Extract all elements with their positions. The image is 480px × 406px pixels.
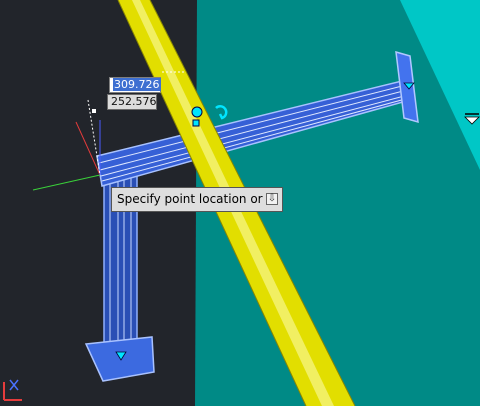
snap-marker-icon[interactable]: [191, 106, 203, 118]
drawing-viewport[interactable]: 309.726 252.576 Specify point location o…: [0, 0, 480, 406]
options-down-arrow-icon[interactable]: ⇩: [266, 193, 278, 205]
ucs-x-axis: [32, 174, 101, 191]
dynamic-input-x-value[interactable]: 309.726: [113, 78, 161, 91]
ucs-icon: [3, 379, 22, 401]
command-prompt-tooltip: Specify point location or ⇩: [111, 187, 283, 212]
tracking-point: [92, 109, 96, 113]
tooltip-prompt-text: Specify point location or: [117, 192, 263, 206]
grip-icon[interactable]: [192, 119, 200, 127]
dynamic-input-y[interactable]: 252.576: [107, 94, 157, 110]
dynamic-input-x[interactable]: 309.726: [109, 77, 161, 93]
ucs-y-axis: [75, 121, 101, 176]
